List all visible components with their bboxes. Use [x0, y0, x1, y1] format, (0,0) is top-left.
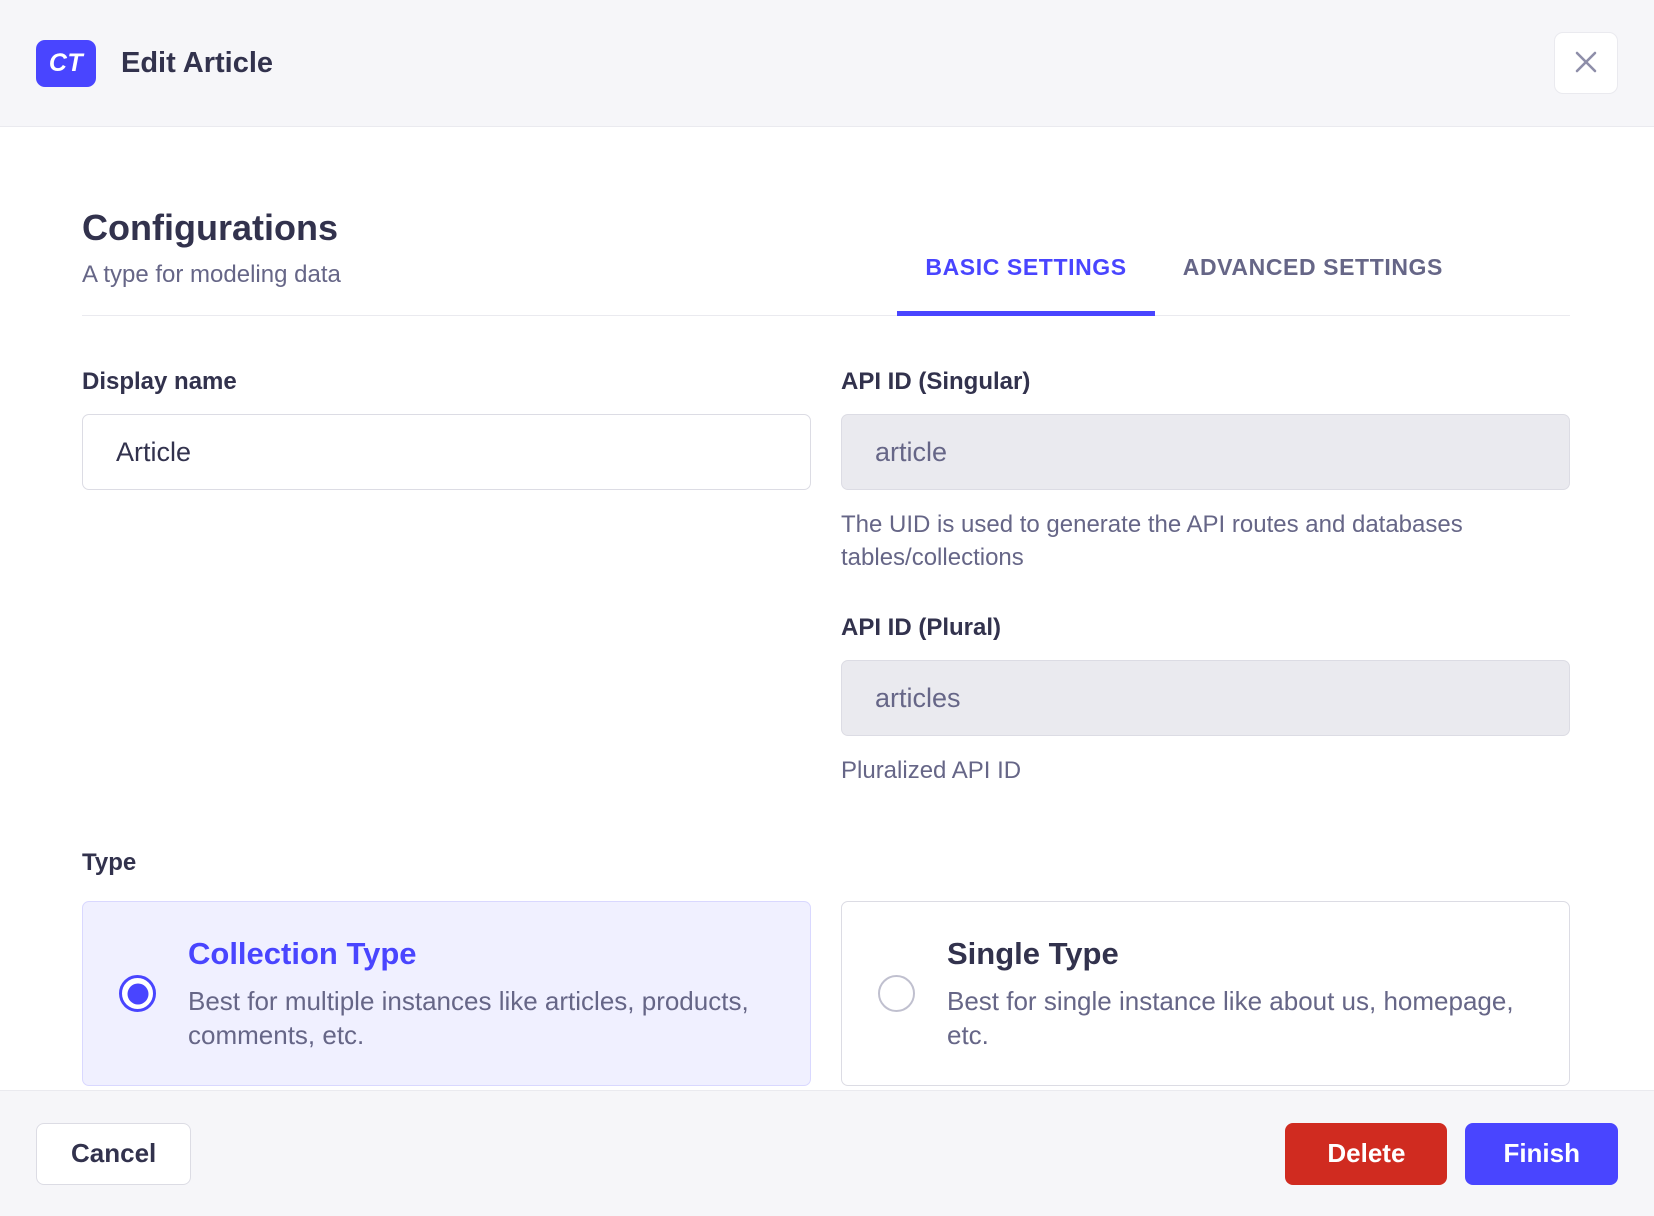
collection-type-option[interactable]: Collection Type Best for multiple instan… — [82, 901, 811, 1087]
modal-title: Edit Article — [121, 46, 274, 79]
content-type-badge-label: CT — [48, 48, 84, 77]
api-id-singular-input — [841, 414, 1570, 490]
cancel-button[interactable]: Cancel — [36, 1122, 192, 1185]
type-section: Type Collection Type Best for multiple i… — [82, 849, 1570, 1087]
single-type-description: Best for single instance like about us, … — [947, 985, 1514, 1050]
api-id-singular-field-group: API ID (Singular) The UID is used to gen… — [841, 368, 1570, 574]
close-button[interactable] — [1554, 32, 1618, 94]
settings-tabs: BASIC SETTINGS ADVANCED SETTINGS — [897, 254, 1471, 316]
collection-type-text: Collection Type Best for multiple instan… — [188, 936, 770, 1053]
page-subtitle: A type for modeling data — [82, 261, 341, 288]
api-id-plural-input — [841, 660, 1570, 737]
form-column-left: Display name — [82, 368, 811, 787]
tab-advanced-settings[interactable]: ADVANCED SETTINGS — [1155, 254, 1471, 315]
single-type-text: Single Type Best for single instance lik… — [947, 936, 1529, 1053]
collection-type-radio-icon[interactable] — [119, 975, 156, 1013]
display-name-field-group: Display name — [82, 368, 811, 490]
delete-button[interactable]: Delete — [1285, 1122, 1448, 1185]
modal-footer: Cancel Delete Finish — [0, 1090, 1654, 1216]
modal-body: Configurations A type for modeling data … — [0, 127, 1654, 1090]
form-column-right: API ID (Singular) The UID is used to gen… — [841, 368, 1570, 787]
content-type-badge: CT — [36, 39, 96, 87]
close-icon — [1571, 47, 1601, 80]
modal-header: CT Edit Article — [0, 0, 1654, 127]
single-type-option[interactable]: Single Type Best for single instance lik… — [841, 901, 1570, 1087]
type-label: Type — [82, 849, 137, 877]
tab-basic-settings[interactable]: BASIC SETTINGS — [897, 254, 1156, 316]
api-id-plural-field-group: API ID (Plural) Pluralized API ID — [841, 614, 1570, 787]
single-type-title: Single Type — [947, 935, 1119, 971]
collection-type-title: Collection Type — [188, 935, 417, 971]
page-title: Configurations — [82, 207, 338, 248]
configurations-header-row: Configurations A type for modeling data … — [82, 207, 1570, 316]
api-id-plural-hint: Pluralized API ID — [841, 757, 1022, 785]
display-name-input[interactable] — [82, 414, 811, 490]
single-type-radio-icon[interactable] — [878, 975, 915, 1013]
configurations-heading: Configurations A type for modeling data — [82, 207, 341, 315]
type-options: Collection Type Best for multiple instan… — [82, 901, 1570, 1087]
configuration-form: Display name API ID (Singular) The UID i… — [82, 368, 1570, 787]
api-id-singular-label: API ID (Singular) — [841, 368, 1031, 395]
display-name-label: Display name — [82, 368, 237, 395]
api-id-singular-hint: The UID is used to generate the API rout… — [841, 511, 1463, 572]
collection-type-description: Best for multiple instances like article… — [188, 985, 749, 1050]
api-id-plural-label: API ID (Plural) — [841, 614, 1002, 642]
finish-button[interactable]: Finish — [1465, 1122, 1618, 1185]
